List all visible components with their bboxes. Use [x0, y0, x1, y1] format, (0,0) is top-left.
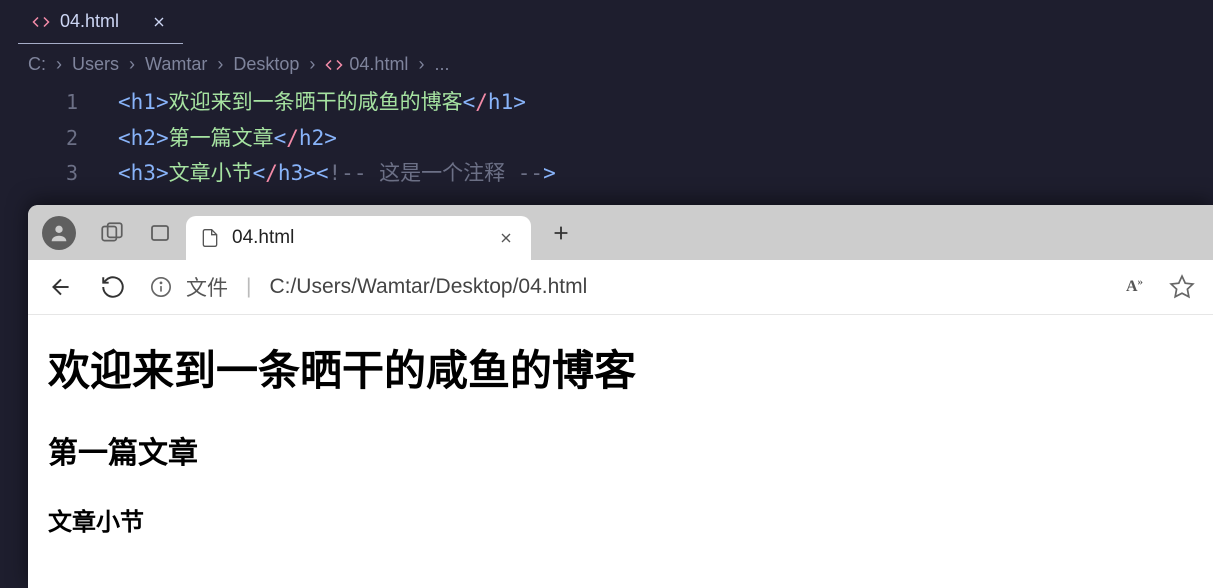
breadcrumb-ellipsis[interactable]: ...	[434, 54, 449, 75]
vscode-tabbar: 04.html	[0, 0, 1213, 44]
vscode-tab-active[interactable]: 04.html	[18, 0, 183, 44]
url-input[interactable]: 文件 | C:/Users/Wamtar/Desktop/04.html	[150, 272, 1104, 302]
breadcrumb-part[interactable]: Users	[72, 54, 119, 75]
tab-overview-icon[interactable]	[138, 211, 182, 255]
page-viewport: 欢迎来到一条晒干的咸鱼的博客 第一篇文章 文章小节	[28, 315, 1213, 588]
breadcrumb-file[interactable]: 04.html	[349, 54, 408, 75]
breadcrumb[interactable]: C: › Users › Wamtar › Desktop › 04.html …	[0, 44, 1213, 85]
vscode-editor: 04.html C: › Users › Wamtar › Desktop › …	[0, 0, 1213, 205]
line-number: 2	[28, 121, 78, 155]
page-file-icon	[200, 228, 220, 248]
page-h1: 欢迎来到一条晒干的咸鱼的博客	[48, 337, 1193, 398]
page-h3: 文章小节	[48, 502, 1193, 537]
profile-avatar-icon[interactable]	[42, 216, 76, 250]
workspaces-icon[interactable]	[90, 211, 134, 255]
separator: |	[242, 275, 255, 299]
back-button[interactable]	[46, 272, 76, 302]
chevron-right-icon: ›	[56, 54, 62, 75]
line-number: 1	[28, 85, 78, 119]
breadcrumb-part[interactable]: Wamtar	[145, 54, 207, 75]
info-icon[interactable]	[150, 276, 172, 298]
page-h2: 第一篇文章	[48, 428, 1193, 472]
refresh-button[interactable]	[98, 272, 128, 302]
close-icon[interactable]	[149, 12, 169, 32]
chevron-right-icon: ›	[129, 54, 135, 75]
address-bar: 文件 | C:/Users/Wamtar/Desktop/04.html A»	[28, 260, 1213, 315]
url-text: C:/Users/Wamtar/Desktop/04.html	[269, 275, 587, 299]
code-area[interactable]: 1 <h1>欢迎来到一条晒干的咸鱼的博客</h1> 2 <h2>第一篇文章</h…	[0, 85, 1213, 192]
new-tab-button[interactable]	[541, 213, 581, 253]
browser-tab-title: 04.html	[232, 227, 294, 249]
close-icon[interactable]	[495, 227, 517, 249]
line-number: 3	[28, 156, 78, 190]
code-line: 3 <h3>文章小节</h3><!-- 这是一个注释 -->	[28, 156, 1213, 192]
url-prefix: 文件	[186, 272, 228, 302]
browser-tab-active[interactable]: 04.html	[186, 216, 531, 260]
html-file-icon	[32, 13, 50, 31]
code-line: 2 <h2>第一篇文章</h2>	[28, 121, 1213, 157]
chevron-right-icon: ›	[418, 54, 424, 75]
chevron-right-icon: ›	[309, 54, 315, 75]
code-line: 1 <h1>欢迎来到一条晒干的咸鱼的博客</h1>	[28, 85, 1213, 121]
browser-window: 04.html 文件 | C:/Users/Wamtar/Desktop/04.…	[28, 205, 1213, 588]
browser-tabbar: 04.html	[28, 205, 1213, 260]
breadcrumb-part[interactable]: C:	[28, 54, 46, 75]
html-file-icon	[325, 56, 343, 74]
chevron-right-icon: ›	[217, 54, 223, 75]
vscode-tab-title: 04.html	[60, 11, 119, 32]
favorite-icon[interactable]	[1169, 274, 1195, 300]
read-aloud-icon[interactable]: A»	[1126, 278, 1143, 296]
breadcrumb-part[interactable]: Desktop	[233, 54, 299, 75]
